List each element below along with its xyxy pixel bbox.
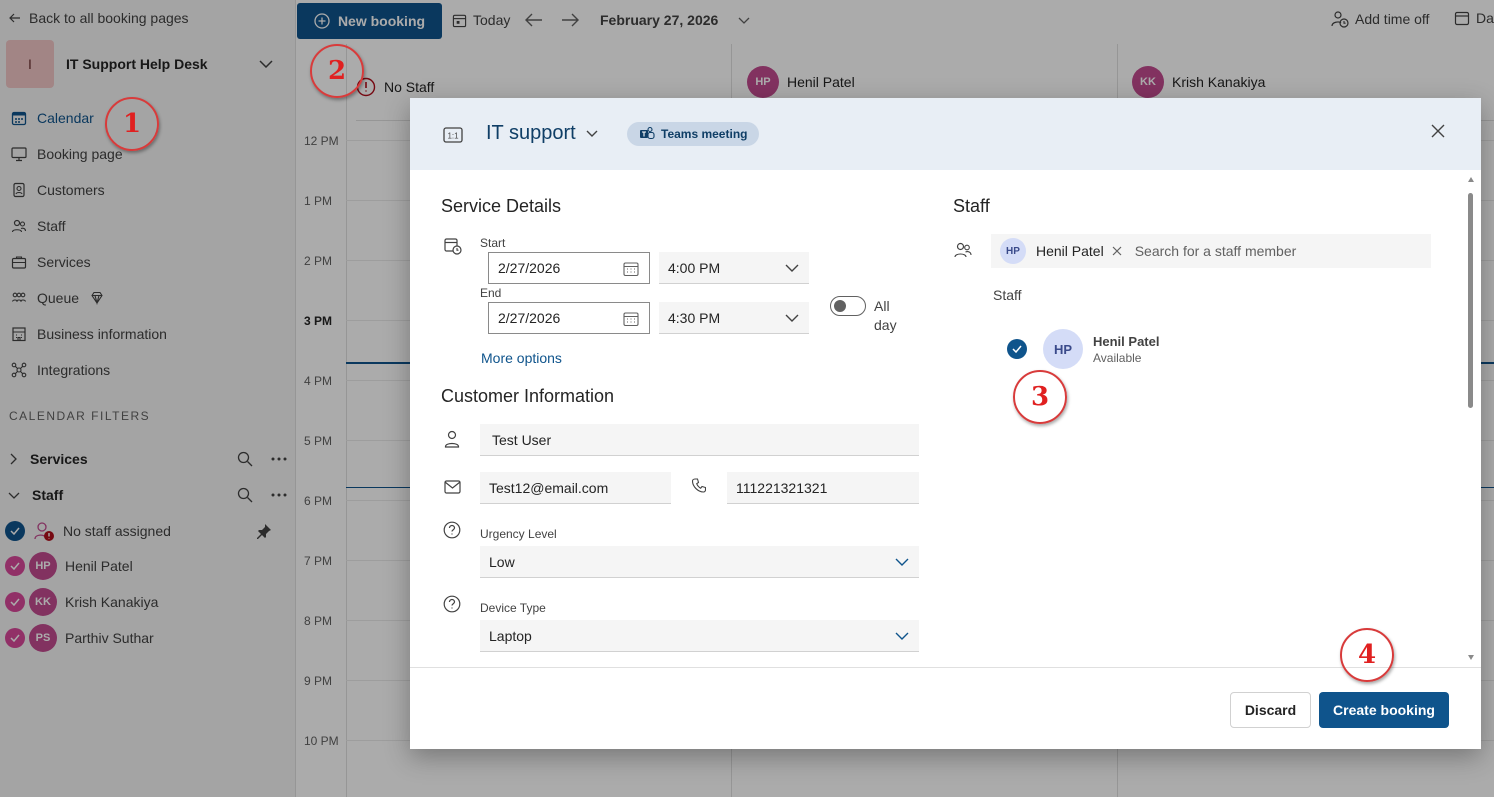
annotation-marker-4: 4: [1340, 628, 1394, 682]
staff-candidate-henil[interactable]: HP Henil Patel Available: [1007, 329, 1159, 369]
chevron-down-icon: [895, 558, 909, 566]
service-name: IT support: [486, 122, 576, 144]
annotation-marker-1: 1: [105, 97, 159, 151]
end-date-input[interactable]: 2/27/2026: [488, 302, 650, 334]
teams-meeting-badge: Teams meeting: [627, 122, 760, 146]
calendar-icon[interactable]: [623, 261, 639, 277]
teams-label: Teams meeting: [661, 127, 748, 141]
urgency-label: Urgency Level: [480, 527, 557, 541]
annotation-marker-2: 2: [310, 44, 364, 98]
customer-phone-input[interactable]: 111221321321: [727, 472, 919, 504]
end-label: End: [480, 286, 502, 300]
customer-email-input[interactable]: Test12@email.com: [480, 472, 671, 504]
scrollbar[interactable]: [1468, 193, 1473, 408]
question-circle-icon: [443, 521, 461, 539]
staff-subheading: Staff: [993, 287, 1022, 303]
customer-information-heading: Customer Information: [441, 386, 615, 406]
new-booking-dialog: 1:1 IT support Teams meeting Service Det…: [410, 98, 1481, 749]
chevron-down-icon: [586, 130, 598, 137]
candidate-name: Henil Patel: [1093, 333, 1160, 349]
chevron-down-icon: [785, 264, 799, 272]
annotation-marker-3: 3: [1013, 370, 1067, 424]
service-selector[interactable]: IT support: [486, 122, 598, 145]
person-icon: [444, 430, 460, 448]
scroll-down-icon[interactable]: [1468, 655, 1474, 660]
staff-picker[interactable]: HP Henil Patel Search for a staff member: [991, 234, 1431, 268]
selected-staff-name: Henil Patel: [1036, 243, 1104, 259]
start-date-input[interactable]: 2/27/2026: [488, 252, 650, 284]
end-date-value: 2/27/2026: [498, 310, 561, 326]
urgency-value: Low: [489, 553, 515, 570]
candidate-status: Available: [1093, 350, 1142, 365]
start-time-value: 4:00 PM: [668, 259, 721, 276]
calendar-clock-icon: [444, 238, 462, 255]
discard-button[interactable]: Discard: [1230, 692, 1311, 728]
dialog-header: 1:1 IT support Teams meeting: [410, 98, 1481, 170]
avatar: HP: [1000, 238, 1026, 264]
chevron-down-icon: [785, 314, 799, 322]
scroll-up-icon[interactable]: [1468, 177, 1474, 182]
dialog-footer-divider: [410, 667, 1481, 668]
device-type-select[interactable]: Laptop: [480, 620, 919, 652]
all-day-label: All day: [874, 298, 897, 333]
customer-name-value: Test User: [492, 431, 552, 448]
device-type-value: Laptop: [489, 627, 532, 644]
one-on-one-icon: 1:1: [443, 127, 463, 143]
all-day-toggle[interactable]: [830, 296, 866, 316]
urgency-select[interactable]: Low: [480, 546, 919, 578]
people-icon: [954, 242, 972, 258]
teams-icon: [640, 126, 655, 140]
more-options-link[interactable]: More options: [481, 350, 562, 366]
staff-search-input[interactable]: Search for a staff member: [1135, 243, 1297, 259]
mail-icon: [444, 480, 461, 494]
customer-email-value: Test12@email.com: [489, 479, 609, 496]
start-label: Start: [480, 236, 506, 250]
customer-phone-value: 111221321321: [736, 479, 828, 496]
phone-icon: [692, 478, 706, 493]
svg-text:1:1: 1:1: [447, 132, 459, 141]
end-time-value: 4:30 PM: [668, 309, 721, 326]
dismiss-icon[interactable]: [1112, 246, 1122, 256]
create-booking-button[interactable]: Create booking: [1319, 692, 1449, 728]
avatar: HP: [1043, 329, 1083, 369]
customer-name-input[interactable]: Test User: [480, 424, 919, 456]
start-date-value: 2/27/2026: [498, 260, 561, 276]
start-time-select[interactable]: 4:00 PM: [659, 252, 809, 284]
question-circle-icon: [443, 595, 461, 613]
service-details-heading: Service Details: [441, 196, 562, 216]
close-icon[interactable]: [1431, 124, 1445, 141]
device-type-label: Device Type: [480, 601, 546, 615]
chevron-down-icon: [895, 632, 909, 640]
calendar-icon[interactable]: [623, 311, 639, 327]
end-time-select[interactable]: 4:30 PM: [659, 302, 809, 334]
checkmark-icon[interactable]: [1007, 339, 1027, 359]
staff-heading: Staff: [953, 196, 990, 216]
